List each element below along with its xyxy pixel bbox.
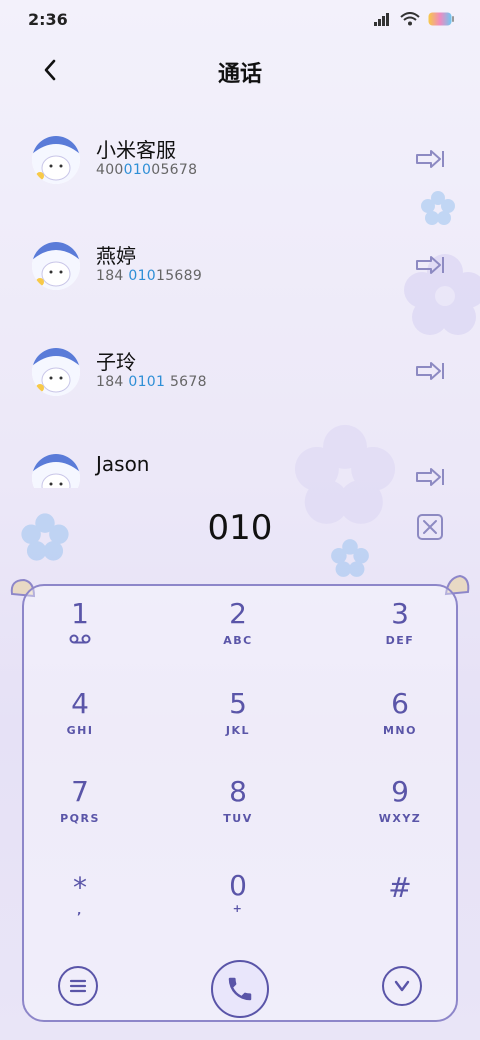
- avatar: [32, 136, 80, 184]
- key-6[interactable]: 6 MNO: [340, 688, 460, 758]
- key-1[interactable]: 1: [20, 598, 140, 668]
- avatar: [32, 242, 80, 290]
- key-digit: 0: [229, 869, 247, 902]
- key-digit: 1: [71, 597, 89, 630]
- contact-detail-icon[interactable]: [414, 254, 446, 276]
- key-4[interactable]: 4 GHI: [20, 688, 140, 758]
- key-letters: MNO: [382, 724, 417, 737]
- menu-icon: [69, 979, 87, 993]
- status-bar: 2:36: [0, 0, 480, 44]
- key-digit: #: [388, 871, 412, 904]
- menu-button[interactable]: [58, 966, 98, 1006]
- voicemail-icon: [69, 634, 91, 644]
- status-icons: [374, 12, 454, 26]
- list-item[interactable]: 子玲 184 0101 5678: [0, 348, 480, 438]
- list-item[interactable]: 小米客服 40001005678: [0, 136, 480, 226]
- contact-name: 小米客服: [96, 138, 176, 162]
- battery-icon: [428, 12, 454, 26]
- key-letters: ABC: [223, 634, 253, 647]
- key-2[interactable]: 2 ABC: [178, 598, 298, 668]
- contact-number: 184 0101 5678: [96, 374, 207, 390]
- list-item[interactable]: Jason: [0, 452, 480, 488]
- contact-list[interactable]: 小米客服 40001005678 燕婷 184 01015689 子玲 184 …: [0, 120, 480, 488]
- contact-number: 40001005678: [96, 162, 198, 178]
- key-digit: 7: [71, 775, 89, 808]
- contact-name: Jason: [96, 452, 150, 476]
- key-letters: GHI: [66, 724, 94, 737]
- key-digit: 4: [71, 687, 89, 720]
- contact-name: 燕婷: [96, 244, 136, 268]
- contact-name: 子玲: [96, 350, 136, 374]
- key-letters: +: [232, 902, 244, 915]
- header: 通话: [0, 44, 480, 96]
- key-3[interactable]: 3 DEF: [340, 598, 460, 668]
- key-hash[interactable]: #: [340, 872, 460, 942]
- signal-icon: [374, 13, 389, 26]
- chevron-down-icon: [394, 980, 410, 992]
- contact-number: 184 01015689: [96, 268, 203, 284]
- dialed-number: 010: [207, 508, 273, 548]
- key-0[interactable]: 0 +: [178, 870, 298, 940]
- key-digit: 2: [229, 597, 247, 630]
- key-digit: 6: [391, 687, 409, 720]
- key-digit: 3: [391, 597, 409, 630]
- backspace-icon[interactable]: [416, 513, 444, 541]
- key-8[interactable]: 8 TUV: [178, 776, 298, 846]
- status-time: 2:36: [28, 10, 68, 29]
- key-digit: 8: [229, 775, 247, 808]
- call-button[interactable]: [211, 960, 269, 1018]
- key-letters: WXYZ: [378, 812, 422, 825]
- key-letters: JKL: [225, 724, 251, 737]
- list-item[interactable]: 燕婷 184 01015689: [0, 242, 480, 332]
- contact-detail-icon[interactable]: [414, 466, 446, 488]
- key-7[interactable]: 7 PQRS: [20, 776, 140, 846]
- wifi-icon: [400, 12, 420, 26]
- contact-detail-icon[interactable]: [414, 148, 446, 170]
- key-9[interactable]: 9 WXYZ: [340, 776, 460, 846]
- phone-icon: [228, 977, 252, 1001]
- avatar: [32, 348, 80, 396]
- key-digit: *: [73, 871, 87, 904]
- key-5[interactable]: 5 JKL: [178, 688, 298, 758]
- collapse-keypad-button[interactable]: [382, 966, 422, 1006]
- key-letters: PQRS: [60, 812, 100, 825]
- avatar: [32, 454, 80, 488]
- key-star[interactable]: * ,: [20, 872, 140, 942]
- key-digit: 9: [391, 775, 409, 808]
- page-title: 通话: [217, 62, 262, 87]
- key-digit: 5: [229, 687, 247, 720]
- key-letters: TUV: [223, 812, 253, 825]
- key-letters: DEF: [385, 634, 415, 647]
- key-letters: ,: [77, 904, 83, 917]
- contact-detail-icon[interactable]: [414, 360, 446, 382]
